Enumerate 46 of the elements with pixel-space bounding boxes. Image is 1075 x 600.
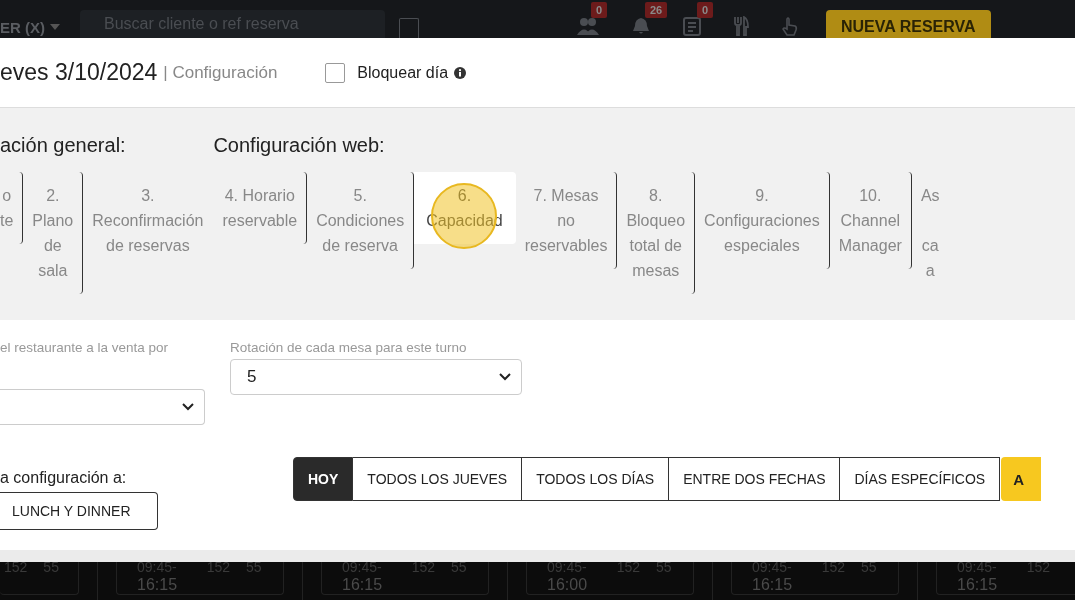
shift-button[interactable]: LUNCH Y DINNER bbox=[0, 492, 158, 530]
scope-option[interactable]: HOY bbox=[293, 457, 354, 501]
field-label: Rotación de cada mesa para este turno bbox=[230, 340, 468, 355]
chevron-icon bbox=[182, 403, 194, 411]
end-time: 16:00 bbox=[547, 576, 588, 593]
tab[interactable]: 7. Mesas no reservables bbox=[515, 172, 618, 269]
select-field[interactable] bbox=[0, 389, 205, 425]
tab[interactable]: o te bbox=[0, 172, 24, 244]
count-badge: 0 bbox=[591, 2, 608, 18]
field-label: el restaurante a la venta por bbox=[0, 340, 170, 355]
section-heading: ación general: bbox=[0, 134, 127, 158]
end-time: 16:15 bbox=[137, 576, 178, 593]
checkbox-label: Bloquear día bbox=[357, 63, 449, 82]
tab[interactable]: 9. Configuraciones especiales bbox=[695, 172, 830, 269]
hand-icon[interactable] bbox=[781, 16, 799, 36]
scope-option[interactable]: DÍAS ESPECÍFICOS bbox=[840, 457, 1001, 501]
modal-subtitle: | Configuración bbox=[163, 62, 278, 83]
scope-option[interactable]: TODOS LOS JUEVES bbox=[353, 457, 523, 501]
section-heading: Configuración web: bbox=[213, 134, 386, 158]
apply-button[interactable]: A bbox=[1001, 457, 1042, 501]
tab[interactable]: As ca a bbox=[911, 172, 950, 294]
people-icon[interactable] bbox=[577, 16, 599, 36]
chevron-icon bbox=[499, 373, 511, 381]
tab[interactable]: 3. Reconfirmación de reservas bbox=[83, 172, 214, 269]
apply-label: a configuración a: bbox=[0, 469, 128, 487]
caret-icon bbox=[49, 23, 61, 31]
account-menu[interactable]: ER (X) bbox=[0, 16, 80, 38]
scope-option[interactable]: TODOS LOS DÍAS bbox=[522, 457, 670, 501]
modal-title: eves 3/10/2024 bbox=[0, 59, 158, 86]
tab[interactable]: 4. Horario reservable bbox=[213, 172, 308, 244]
end-time: 16:15 bbox=[957, 576, 998, 593]
info-icon bbox=[454, 66, 467, 79]
scope-option[interactable]: ENTRE DOS FECHAS bbox=[669, 457, 841, 501]
tab[interactable]: 2. Plano de sala bbox=[23, 172, 84, 294]
count-badge: 26 bbox=[645, 2, 668, 18]
bell-icon[interactable] bbox=[631, 16, 651, 36]
tab[interactable]: 10. Channel Manager bbox=[829, 172, 912, 269]
count-badge: 0 bbox=[697, 2, 714, 18]
new-reservation-button[interactable]: NUEVA RESERVA bbox=[826, 10, 991, 38]
tab[interactable]: 8. Bloqueo total de mesas bbox=[617, 172, 696, 294]
checkbox[interactable] bbox=[325, 62, 346, 83]
cutlery-icon[interactable] bbox=[733, 16, 749, 36]
end-time: 16:15 bbox=[752, 576, 793, 593]
end-time: 16:15 bbox=[342, 576, 383, 593]
select-field[interactable]: 5 bbox=[230, 359, 522, 395]
list-icon[interactable] bbox=[683, 16, 701, 36]
